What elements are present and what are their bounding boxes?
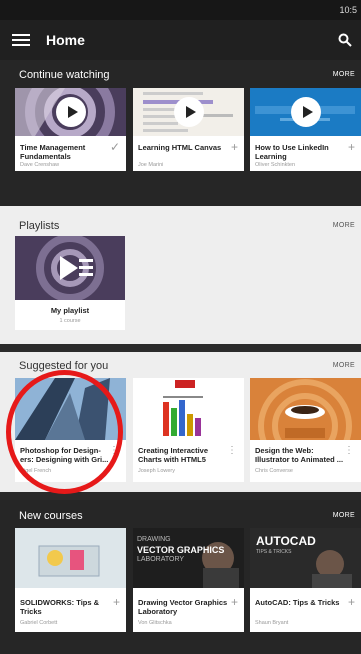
play-icon[interactable] (290, 97, 321, 127)
course-thumbnail: AUTOCAD TIPS & TRICKS (250, 528, 361, 588)
card-author: Chris Converse (255, 468, 293, 474)
course-thumbnail (133, 88, 244, 136)
app-bar: Home (0, 20, 361, 60)
card-author: Gabriel Corbett (20, 620, 58, 626)
thumbnail-text: TIPS & TRICKS (256, 549, 292, 555)
more-link[interactable]: MORE (333, 71, 355, 78)
card-author: Oliver Schinkten (255, 162, 296, 168)
playlist-name: My playlist (50, 306, 90, 315)
course-card[interactable]: SOLIDWORKS: Tips & Tricks Gabriel Corbet… (15, 528, 126, 632)
playlist-card[interactable]: My playlist 1 course (15, 236, 125, 330)
course-card[interactable]: DRAWING VECTOR GRAPHICS LABORATORY Drawi… (133, 528, 244, 632)
page-title: Home (46, 32, 85, 48)
card-title: Design the Web: Illustrator to Animated … (255, 446, 344, 464)
course-thumbnail (250, 378, 361, 440)
play-icon[interactable] (173, 97, 204, 127)
more-link[interactable]: MORE (333, 512, 355, 519)
course-thumbnail (250, 88, 361, 136)
plus-icon[interactable]: + (231, 596, 238, 608)
card-title: How to Use LinkedIn Learning (255, 143, 329, 161)
thumbnail-text: LABORATORY (137, 556, 185, 563)
course-thumbnail: DRAWING VECTOR GRAPHICS LABORATORY (133, 528, 244, 588)
playlist-thumbnail (15, 236, 125, 302)
card-author: Von Glitschka (138, 620, 172, 626)
plus-icon[interactable]: + (113, 596, 120, 608)
card-author: Joseph Lowery (138, 468, 175, 474)
course-card[interactable]: Design the Web: Illustrator to Animated … (250, 378, 361, 482)
course-card[interactable]: Creating Interactive Charts with HTML5 J… (133, 378, 244, 482)
play-icon[interactable] (55, 97, 86, 127)
status-time: 10:5 (339, 5, 357, 15)
course-thumbnail (15, 88, 126, 136)
course-card[interactable]: Time Management Fundamentals Dave Crensh… (15, 88, 126, 171)
plus-icon[interactable]: + (348, 141, 355, 153)
status-bar: 10:5 (0, 0, 361, 20)
section-title: Continue watching (19, 69, 110, 81)
card-title: Learning HTML Canvas (138, 143, 222, 152)
course-card[interactable]: How to Use LinkedIn Learning Oliver Schi… (250, 88, 361, 171)
plus-icon[interactable]: + (231, 141, 238, 153)
overflow-menu-icon[interactable]: ⋮ (227, 446, 237, 456)
playlists-section: Playlists MORE My playlist 1 course (0, 206, 361, 344)
plus-icon[interactable]: + (348, 596, 355, 608)
card-title: Time Management Fundamentals (20, 143, 86, 161)
hamburger-menu-icon[interactable] (12, 32, 30, 48)
new-courses-section: New courses MORE SOLIDWORKS: Tips & Tric… (0, 500, 361, 654)
card-title: SOLIDWORKS: Tips & Tricks (20, 598, 100, 616)
playlist-count: 1 course (59, 318, 81, 324)
continue-watching-section: Continue watching MORE Time Management F… (0, 60, 361, 206)
course-thumbnail (133, 378, 244, 440)
search-icon[interactable] (338, 33, 352, 47)
card-title: Drawing Vector Graphics Laboratory (138, 598, 228, 616)
annotation-circle (6, 370, 123, 494)
thumbnail-text: DRAWING (137, 536, 171, 543)
section-title: Playlists (19, 220, 60, 232)
thumbnail-text: AUTOCAD (256, 534, 316, 548)
course-thumbnail (15, 528, 126, 588)
thumbnail-text: VECTOR GRAPHICS (137, 545, 225, 555)
more-link[interactable]: MORE (333, 362, 355, 369)
section-title: New courses (19, 510, 83, 522)
card-author: Dave Crenshaw (20, 162, 60, 168)
card-author: Shaun Bryant (255, 620, 289, 626)
course-card[interactable]: AUTOCAD TIPS & TRICKS AutoCAD: Tips & Tr… (250, 528, 361, 632)
card-title: Creating Interactive Charts with HTML5 (138, 446, 209, 464)
card-author: Joe Marini (138, 162, 164, 168)
more-link[interactable]: MORE (333, 222, 355, 229)
card-title: AutoCAD: Tips & Tricks (255, 598, 340, 607)
course-card[interactable]: Learning HTML Canvas Joe Marini + (133, 88, 244, 171)
overflow-menu-icon[interactable]: ⋮ (344, 446, 354, 456)
checkmark-icon[interactable]: ✓ (110, 141, 120, 153)
